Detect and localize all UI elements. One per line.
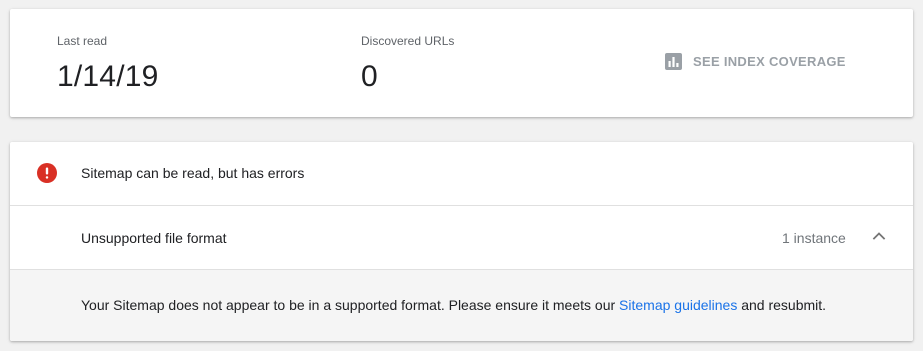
issue-label: Unsupported file format [81, 230, 227, 246]
detail-text-after: and resubmit. [737, 297, 827, 313]
last-read-stat: Last read 1/14/19 [57, 33, 159, 95]
sitemap-errors-card: Sitemap can be read, but has errors Unsu… [10, 142, 913, 341]
last-read-label: Last read [57, 34, 108, 48]
sitemap-status-row: Sitemap can be read, but has errors [10, 142, 913, 206]
issue-row-unsupported-format[interactable]: Unsupported file format 1 instance [10, 206, 913, 270]
error-icon [37, 163, 57, 183]
sitemap-stats-card: Last read 1/14/19 Discovered URLs 0 SEE … [10, 9, 913, 117]
issue-detail-text: Your Sitemap does not appear to be in a … [81, 296, 826, 314]
sitemap-guidelines-link[interactable]: Sitemap guidelines [619, 297, 737, 313]
collapse-issue-button[interactable] [868, 225, 890, 247]
issue-detail-panel: Your Sitemap does not appear to be in a … [10, 270, 913, 341]
discovered-urls-stat: Discovered URLs 0 [361, 33, 454, 95]
detail-text-before: Your Sitemap does not appear to be in a … [81, 297, 620, 313]
bar-chart-icon [665, 53, 682, 70]
last-read-value: 1/14/19 [57, 60, 159, 93]
discovered-urls-label: Discovered URLs [361, 34, 455, 48]
issue-instance-count: 1 instance [782, 230, 846, 246]
see-index-coverage-button[interactable]: SEE INDEX COVERAGE [665, 53, 846, 70]
chevron-up-icon [872, 232, 886, 240]
see-index-coverage-label: SEE INDEX COVERAGE [693, 54, 846, 69]
sitemap-status-text: Sitemap can be read, but has errors [81, 165, 305, 181]
discovered-urls-value: 0 [361, 60, 378, 93]
